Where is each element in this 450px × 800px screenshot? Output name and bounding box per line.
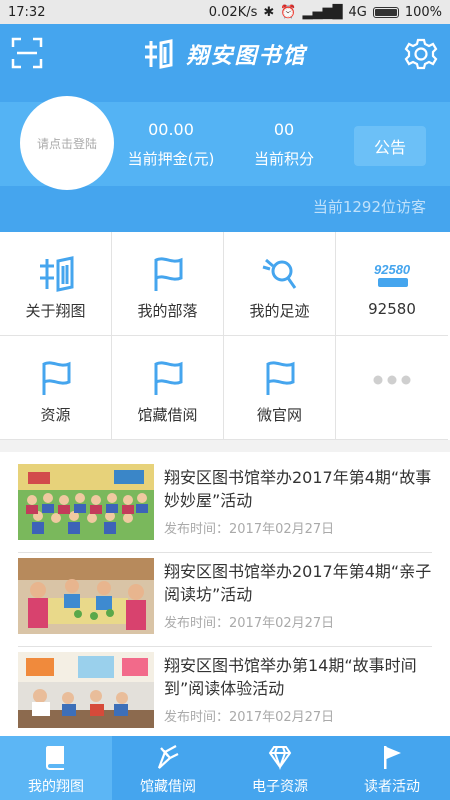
app-brand: 翔安图书馆 [0,38,450,70]
flag-icon [384,746,401,769]
menu-about-xiangtu[interactable]: 关于翔图 [0,232,112,336]
news-item[interactable]: 翔安区图书馆举办2017年第4期“故事妙妙屋”活动 发布时间：2017年02月2… [18,464,432,553]
menu-label: 馆藏借阅 [137,406,198,424]
menu-92580[interactable]: 92580 92580 [336,232,448,336]
news-date: 发布时间：2017年02月27日 [164,616,335,631]
points-stat: 00 当前积分 [229,120,339,170]
tab-my-xiangtu[interactable]: 我的翔图 [0,736,112,800]
deposit-stat: 00.00 当前押金(元) [116,120,226,170]
battery-level: 100% [404,4,442,20]
book-icon [46,746,64,770]
menu-my-tribe[interactable]: 我的部落 [112,232,224,336]
tab-label: 馆藏借阅 [140,779,196,795]
points-label: 当前积分 [253,150,314,168]
status-bar: 17:32 0.02K/s ✱ ⏰ ▂▄▆█ 4G 100% [0,0,450,24]
header: 翔安图书馆 请点击登陆 00.00 当前押金(元) 00 当前积分 公告 当前1… [0,24,450,232]
flag-icon [42,361,71,395]
tab-reader-activities[interactable]: 读者活动 [336,736,448,800]
login-prompt: 请点击登陆 [36,136,97,151]
gear-icon [404,38,438,70]
news-title: 翔安区图书馆举办第14期“故事时间到”阅读体验活动 [164,656,417,698]
status-time: 17:32 [8,4,46,20]
network-type: 4G [348,4,367,20]
status-indicators: 0.02K/s ✱ ⏰ ▂▄▆█ 4G 100% [209,5,442,20]
news-title: 翔安区图书馆举办2017年第4期“亲子阅读坊”活动 [164,562,432,604]
menu-label: 我的足迹 [249,302,310,320]
flag-icon [154,361,183,395]
visitor-count: 当前1292位访客 [312,198,426,216]
menu-resources[interactable]: 资源 [0,336,112,440]
menu-micro-site[interactable]: 微官网 [224,336,336,440]
news-title: 翔安区图书馆举办2017年第4期“故事妙妙屋”活动 [164,468,432,510]
login-avatar-button[interactable]: 请点击登陆 [20,96,114,190]
menu-more[interactable] [336,336,448,440]
92580-logo-icon: 92580 [374,262,411,287]
tab-collection-borrow[interactable]: 馆藏借阅 [112,736,224,800]
menu-label: 我的部落 [137,302,198,320]
pen-icon [157,745,179,769]
deposit-label: 当前押金(元) [127,150,215,168]
top-bar: 翔安图书馆 [0,24,450,84]
footprint-icon [262,258,297,289]
tab-label: 读者活动 [364,779,420,795]
xiangtu-logo-icon [145,39,173,69]
diamond-icon [268,746,292,770]
deposit-value: 00.00 [148,120,194,139]
menu-grid: 关于翔图 我的部落 我的足迹 92580 92580 资源 馆藏借阅 微官网 [0,232,450,440]
news-list: 翔安区图书馆举办2017年第4期“故事妙妙屋”活动 发布时间：2017年02月2… [0,452,450,736]
tab-label: 电子资源 [252,779,308,795]
menu-label: 关于翔图 [25,302,86,320]
battery-icon [372,6,399,18]
notice-button[interactable]: 公告 [354,126,426,166]
alarm-icon: ⏰ [280,4,297,20]
news-thumbnail [18,558,154,634]
tab-label: 我的翔图 [28,779,84,795]
account-summary: 请点击登陆 00.00 当前押金(元) 00 当前积分 公告 [0,96,450,190]
news-date: 发布时间：2017年02月27日 [164,522,335,537]
tab-e-resources[interactable]: 电子资源 [224,736,336,800]
menu-collection-borrow[interactable]: 馆藏借阅 [112,336,224,440]
menu-label: 92580 [368,300,416,318]
app-title: 翔安图书馆 [186,43,307,69]
menu-my-footprint[interactable]: 我的足迹 [224,232,336,336]
news-thumbnail [18,464,154,540]
svg-text:92580: 92580 [374,262,411,277]
news-item[interactable]: 翔安区图书馆举办第14期“故事时间到”阅读体验活动 发布时间：2017年02月2… [18,652,432,736]
flag-icon [266,361,295,395]
more-dots-icon [373,375,411,385]
signal-icon: ▂▄▆█ [302,4,343,20]
menu-label: 微官网 [256,406,302,424]
flag-icon [154,257,183,291]
bluetooth-icon: ✱ [263,4,275,20]
settings-button[interactable] [404,37,438,71]
bottom-tab-bar: 我的翔图 馆藏借阅 电子资源 读者活动 [0,736,450,800]
news-date: 发布时间：2017年02月27日 [164,710,335,725]
news-thumbnail [18,652,154,728]
xiangtu-logo-icon [40,256,74,292]
news-item[interactable]: 翔安区图书馆举办2017年第4期“亲子阅读坊”活动 发布时间：2017年02月2… [18,558,432,647]
network-speed: 0.02K/s [208,4,258,20]
points-value: 00 [273,120,295,139]
menu-label: 资源 [40,406,71,424]
